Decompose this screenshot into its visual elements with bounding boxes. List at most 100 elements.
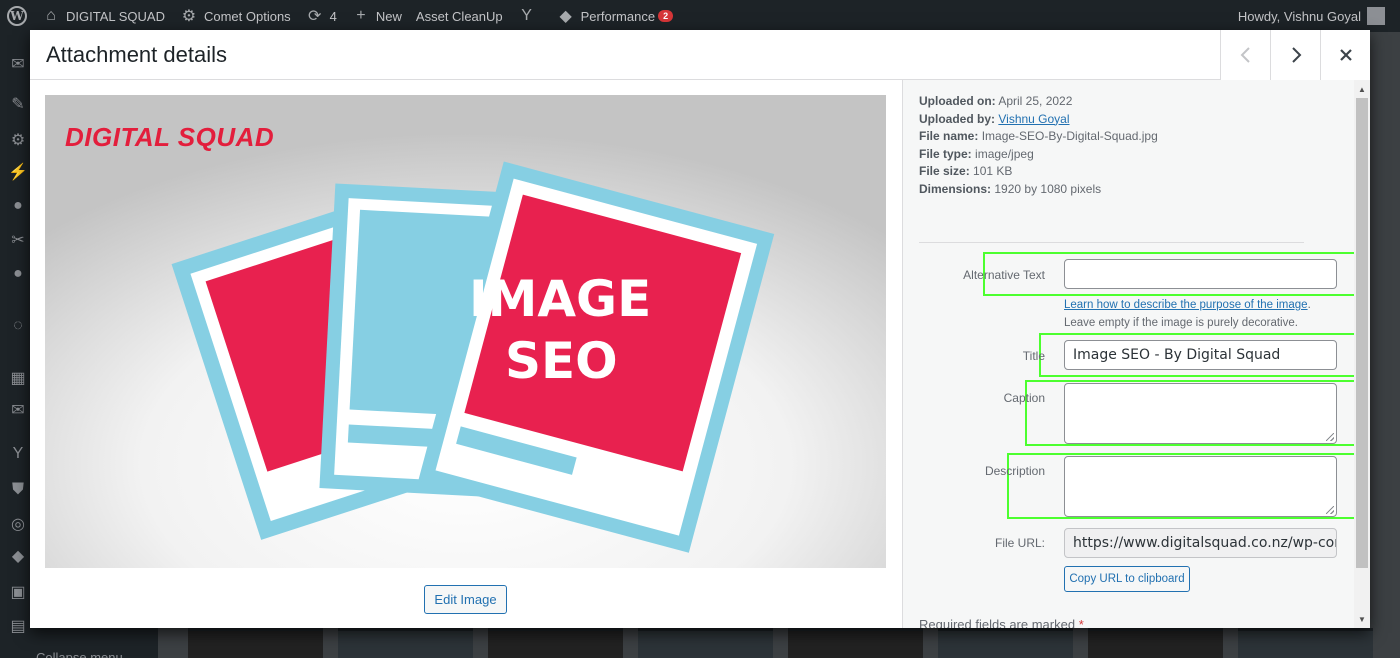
yoast-side-icon[interactable]: Y [8, 444, 28, 464]
file-info: Uploaded on: April 25, 2022 Uploaded by:… [919, 93, 1158, 199]
cube-icon: ◆ [559, 8, 572, 25]
edit-image-button[interactable]: Edit Image [424, 585, 507, 614]
caption-label: Caption [1003, 391, 1045, 405]
sync-icon[interactable]: ◌ [8, 316, 28, 336]
uploaded-on-value: April 25, 2022 [998, 94, 1073, 108]
divider [919, 242, 1304, 243]
dimensions-label: Dimensions: [919, 181, 992, 196]
media-thumb[interactable] [338, 628, 473, 658]
title-label: Title [1022, 349, 1045, 363]
uploaded-by-label: Uploaded by: [919, 111, 996, 126]
alt-text-help-text: Leave empty if the image is purely decor… [1064, 317, 1298, 329]
scroll-thumb[interactable] [1356, 98, 1368, 568]
attachment-details-modal: Attachment details DIGITAL SQUAD IMAGE S… [30, 30, 1370, 628]
site-name: DIGITAL SQUAD [66, 8, 165, 24]
comments-icon[interactable]: ● [8, 264, 28, 284]
next-button[interactable] [1270, 30, 1320, 80]
updates-menu[interactable]: ⟳ 4 [298, 0, 344, 32]
preview-line-image: IMAGE [469, 270, 652, 328]
media-thumb[interactable] [488, 628, 623, 658]
collapse-menu-label[interactable]: Collapse menu [36, 650, 123, 658]
wordpress-icon: W [7, 6, 27, 26]
attachment-image: DIGITAL SQUAD IMAGE SEO [45, 95, 886, 568]
description-textarea[interactable] [1064, 456, 1337, 517]
email-icon[interactable]: ✉ [8, 400, 28, 420]
alt-text-help: Learn how to describe the purpose of the… [1064, 296, 1311, 332]
mail-icon[interactable]: ✉ [8, 54, 28, 74]
media-thumb[interactable] [638, 628, 773, 658]
resize-grip-icon[interactable] [1326, 433, 1334, 441]
resize-grip-icon[interactable] [1326, 506, 1334, 514]
alt-text-help-link[interactable]: Learn how to describe the purpose of the… [1064, 299, 1308, 311]
plus-icon: + [356, 7, 366, 24]
layout-icon[interactable]: ▦ [8, 368, 28, 388]
required-fields-note: Required fields are marked * [919, 617, 1084, 628]
updates-count: 4 [329, 8, 337, 24]
modal-title: Attachment details [46, 42, 227, 67]
uploaded-on-label: Uploaded on: [919, 94, 996, 108]
plugin-icon[interactable]: ⚡ [8, 162, 28, 182]
file-size-label: File size: [919, 164, 970, 179]
file-url-label: File URL: [994, 536, 1045, 550]
pin-icon[interactable]: ✎ [8, 94, 28, 114]
file-name-label: File name: [919, 129, 979, 144]
close-icon [1339, 49, 1352, 61]
chevron-right-icon [1291, 47, 1301, 63]
performance-badge: 2 [658, 10, 674, 22]
site-name-menu[interactable]: ⌂ DIGITAL SQUAD [34, 0, 172, 32]
new-content-menu[interactable]: + New [344, 0, 409, 32]
media-thumb[interactable] [1238, 628, 1373, 658]
account-menu[interactable]: Howdy, Vishnu Goyal [1231, 0, 1400, 32]
refresh-icon: ⟳ [307, 8, 322, 25]
yoast-icon: Y [521, 7, 532, 24]
modal-header: Attachment details [30, 30, 1370, 80]
settings-icon[interactable]: ⚙ [8, 130, 28, 150]
media-thumb[interactable] [1088, 628, 1223, 658]
preview-line-seo: SEO [505, 332, 618, 390]
description-label: Description [984, 464, 1045, 478]
home-icon: ⌂ [46, 7, 56, 24]
media-thumb[interactable] [938, 628, 1073, 658]
map-icon[interactable]: ▤ [8, 616, 28, 636]
comet-options-label: Comet Options [203, 8, 291, 24]
alt-text-label: Alternative Text [963, 268, 1045, 282]
asset-cleanup-label: Asset CleanUp [415, 8, 503, 24]
tools-icon[interactable]: ✂ [8, 230, 28, 250]
comet-options-menu[interactable]: ⚙ Comet Options [172, 0, 298, 32]
file-size-value: 101 KB [973, 164, 1013, 179]
scroll-up-icon[interactable]: ▲ [1354, 82, 1370, 96]
file-url-input[interactable]: https://www.digitalsquad.co.nz/wp-conten… [1064, 528, 1337, 558]
compass-icon[interactable]: ◎ [8, 514, 28, 534]
preview-brand-text: DIGITAL SQUAD [65, 122, 275, 152]
title-input[interactable]: Image SEO - By Digital Squad [1064, 340, 1337, 370]
image-preview-area: DIGITAL SQUAD IMAGE SEO Edit Image [30, 80, 902, 628]
close-button[interactable] [1320, 30, 1370, 80]
performance-label: Performance [580, 8, 656, 24]
file-type-label: File type: [919, 146, 972, 161]
wp-logo-menu[interactable]: W [0, 0, 34, 32]
attachment-info-sidebar: Uploaded on: April 25, 2022 Uploaded by:… [902, 80, 1370, 628]
caption-textarea[interactable] [1064, 383, 1337, 444]
dimensions-value: 1920 by 1080 pixels [994, 181, 1102, 196]
avatar [1367, 7, 1385, 25]
chevron-left-icon [1240, 47, 1250, 63]
shield-icon[interactable]: ⛊ [8, 480, 28, 500]
media-thumb[interactable] [788, 628, 923, 658]
alt-text-input[interactable] [1064, 259, 1337, 289]
yoast-menu[interactable]: Y [510, 0, 549, 32]
users-icon[interactable]: ● [8, 196, 28, 216]
asset-cleanup-menu[interactable]: Asset CleanUp [409, 0, 510, 32]
sidebar-scrollbar[interactable]: ▲ ▼ [1354, 80, 1370, 628]
image-icon[interactable]: ▣ [8, 582, 28, 602]
greeting: Howdy, Vishnu Goyal [1237, 8, 1361, 24]
admin-bar: W ⌂ DIGITAL SQUAD ⚙ Comet Options ⟳ 4 + … [0, 0, 1400, 32]
media-thumb[interactable] [188, 628, 323, 658]
scroll-down-icon[interactable]: ▼ [1354, 612, 1370, 626]
uploaded-by-link[interactable]: Vishnu Goyal [998, 112, 1069, 126]
cube-side-icon[interactable]: ◆ [8, 546, 28, 566]
copy-url-button[interactable]: Copy URL to clipboard [1064, 566, 1190, 592]
new-label: New [375, 8, 402, 24]
previous-button[interactable] [1220, 30, 1270, 80]
performance-menu[interactable]: ◆ Performance 2 [549, 0, 680, 32]
file-name-value: Image-SEO-By-Digital-Squad.jpg [981, 129, 1158, 144]
